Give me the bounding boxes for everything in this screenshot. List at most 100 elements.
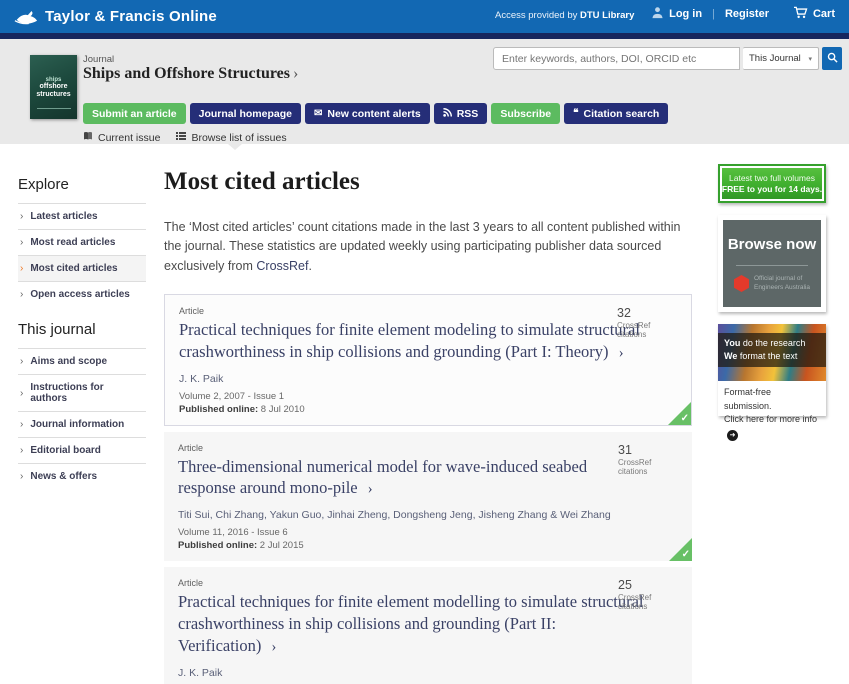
crossref-link[interactable]: CrossRef: [256, 259, 308, 273]
journal-banner: ships offshore structures Journal Ships …: [0, 39, 849, 144]
sidebar-item-latest-articles[interactable]: › Latest articles: [18, 203, 146, 229]
new-content-alerts-button[interactable]: ✉ New content alerts: [305, 103, 430, 124]
main-content: Most cited articles The ‘Most cited arti…: [164, 168, 692, 684]
book-icon: [83, 131, 93, 144]
register-link[interactable]: Register: [725, 8, 769, 20]
page-title: Most cited articles: [164, 168, 692, 196]
citation-count-label: CrossRef citations: [618, 593, 680, 611]
sidebar-item-news-offers[interactable]: › News & offers: [18, 463, 146, 489]
citation-count: 31: [618, 443, 680, 457]
chevron-right-icon: ›: [20, 419, 23, 430]
chevron-right-icon: ›: [20, 471, 23, 482]
arrow-circle-icon: ➜: [727, 430, 738, 441]
search-submit-button[interactable]: [822, 47, 842, 70]
article-title-link[interactable]: Practical techniques for finite element …: [178, 591, 648, 657]
right-rail: Latest two full volumes FREE to you for …: [718, 164, 826, 428]
citation-count: 25: [618, 578, 680, 592]
cart-icon: [793, 6, 808, 22]
chevron-down-icon: ▾: [808, 55, 812, 63]
journal-homepage-button[interactable]: Journal homepage: [190, 103, 301, 124]
journal-kicker: Journal: [83, 54, 114, 65]
chevron-right-icon: ›: [619, 345, 624, 361]
chevron-right-icon: ›: [293, 65, 298, 82]
article-type-label: Article: [178, 443, 678, 453]
format-free-banner[interactable]: You do the research We format the text F…: [718, 324, 826, 416]
article-card: Article Three-dimensional numerical mode…: [164, 432, 692, 562]
site-header: Taylor & Francis Online Access provided …: [0, 0, 849, 33]
rss-button[interactable]: RSS: [434, 103, 488, 124]
submit-article-button[interactable]: Submit an article: [83, 103, 186, 124]
format-free-overlay-text: You do the research We format the text: [718, 333, 826, 367]
search-icon: [827, 50, 838, 68]
journal-cover-thumbnail[interactable]: ships offshore structures: [30, 55, 77, 119]
article-card: Article Practical techniques for finite …: [164, 567, 692, 684]
access-provided-by: Access provided by DTU Library: [495, 10, 634, 21]
library-name[interactable]: DTU Library: [580, 10, 634, 21]
article-authors: J. K. Paik: [178, 667, 678, 679]
sidebar-item-editorial-board[interactable]: › Editorial board: [18, 437, 146, 463]
tf-colophon-icon: [14, 9, 38, 25]
header-divider: |: [712, 8, 715, 20]
user-icon: [651, 6, 664, 22]
citation-count-label: CrossRef citations: [617, 321, 679, 339]
sidebar-item-most-cited-articles[interactable]: › Most cited articles: [18, 255, 146, 281]
check-icon: ✓: [681, 413, 689, 424]
article-type-label: Article: [178, 578, 678, 588]
logo-text: Taylor & Francis Online: [45, 8, 217, 25]
cart-link[interactable]: Cart: [793, 6, 835, 22]
more-info-link[interactable]: Click here for more info: [724, 414, 817, 424]
banner-notch: [228, 144, 242, 150]
login-link[interactable]: Log in: [651, 6, 702, 22]
article-authors: J. K. Paik: [179, 373, 677, 385]
citation-count: 32: [617, 306, 679, 320]
search-scope-dropdown[interactable]: This Journal ▾: [743, 47, 819, 70]
article-authors: Titi Sui, Chi Zhang, Yakun Guo, Jinhai Z…: [178, 509, 678, 521]
this-journal-heading: This journal: [18, 321, 146, 338]
search-input[interactable]: [493, 47, 740, 70]
browse-issues-link[interactable]: Browse list of issues: [176, 131, 286, 144]
sidebar-item-journal-information[interactable]: › Journal information: [18, 411, 146, 437]
chevron-right-icon: ›: [20, 237, 23, 248]
article-title-link[interactable]: Three-dimensional numerical model for wa…: [178, 456, 648, 501]
list-icon: [176, 131, 186, 144]
engineers-australia-logo: [734, 275, 749, 292]
chevron-right-icon: ›: [20, 388, 23, 399]
subscribe-button[interactable]: Subscribe: [491, 103, 560, 124]
article-title-link[interactable]: Practical techniques for finite element …: [179, 319, 649, 364]
free-volumes-banner[interactable]: Latest two full volumes FREE to you for …: [718, 164, 826, 203]
check-icon: ✓: [682, 549, 690, 560]
sidebar-item-open-access-articles[interactable]: › Open access articles: [18, 281, 146, 307]
sidebar-item-most-read-articles[interactable]: › Most read articles: [18, 229, 146, 255]
article-volume-issue[interactable]: Volume 2, 2007 - Issue 1: [179, 391, 677, 402]
explore-heading: Explore: [18, 176, 146, 193]
article-volume-issue[interactable]: Volume 11, 2016 - Issue 6: [178, 527, 678, 538]
taylor-francis-logo[interactable]: Taylor & Francis Online: [14, 8, 217, 25]
current-issue-link[interactable]: Current issue: [83, 131, 160, 144]
article-card: Article Practical techniques for finite …: [164, 294, 692, 426]
article-type-label: Article: [179, 306, 677, 316]
sidebar-item-instructions-for-authors[interactable]: › Instructions for authors: [18, 374, 146, 411]
envelope-icon: ✉: [314, 109, 322, 119]
chevron-right-icon: ›: [368, 481, 373, 497]
citation-count-label: CrossRef citations: [618, 458, 680, 476]
citation-search-button[interactable]: ❝ Citation search: [564, 103, 668, 124]
browse-now-banner[interactable]: Browse now Official journal of Engineers…: [718, 215, 826, 312]
chevron-right-icon: ›: [20, 211, 23, 222]
sidebar-item-aims-and-scope[interactable]: › Aims and scope: [18, 348, 146, 374]
citation-count-block: 32 CrossRef citations: [617, 306, 679, 339]
article-published: Published online: 2 Jul 2015: [178, 540, 678, 551]
article-published: Published online: 8 Jul 2010: [179, 404, 677, 415]
sidebar: Explore › Latest articles › Most read ar…: [18, 176, 146, 489]
chevron-right-icon: ›: [20, 356, 23, 367]
search-bar: This Journal ▾: [493, 47, 842, 70]
format-free-banner-image: You do the research We format the text: [718, 324, 826, 381]
journal-title-link[interactable]: Ships and Offshore Structures›: [83, 65, 298, 83]
page-description: The ‘Most cited articles’ count citation…: [164, 218, 692, 276]
browse-now-label: Browse now: [728, 236, 816, 253]
chevron-right-icon: ›: [271, 639, 276, 655]
citation-count-block: 25 CrossRef citations: [618, 578, 680, 611]
official-journal-text: Official journal of Engineers Australia: [754, 275, 810, 291]
citation-count-block: 31 CrossRef citations: [618, 443, 680, 476]
issue-links: Current issue Browse list of issues: [83, 131, 287, 144]
quote-icon: ❝: [573, 109, 578, 119]
